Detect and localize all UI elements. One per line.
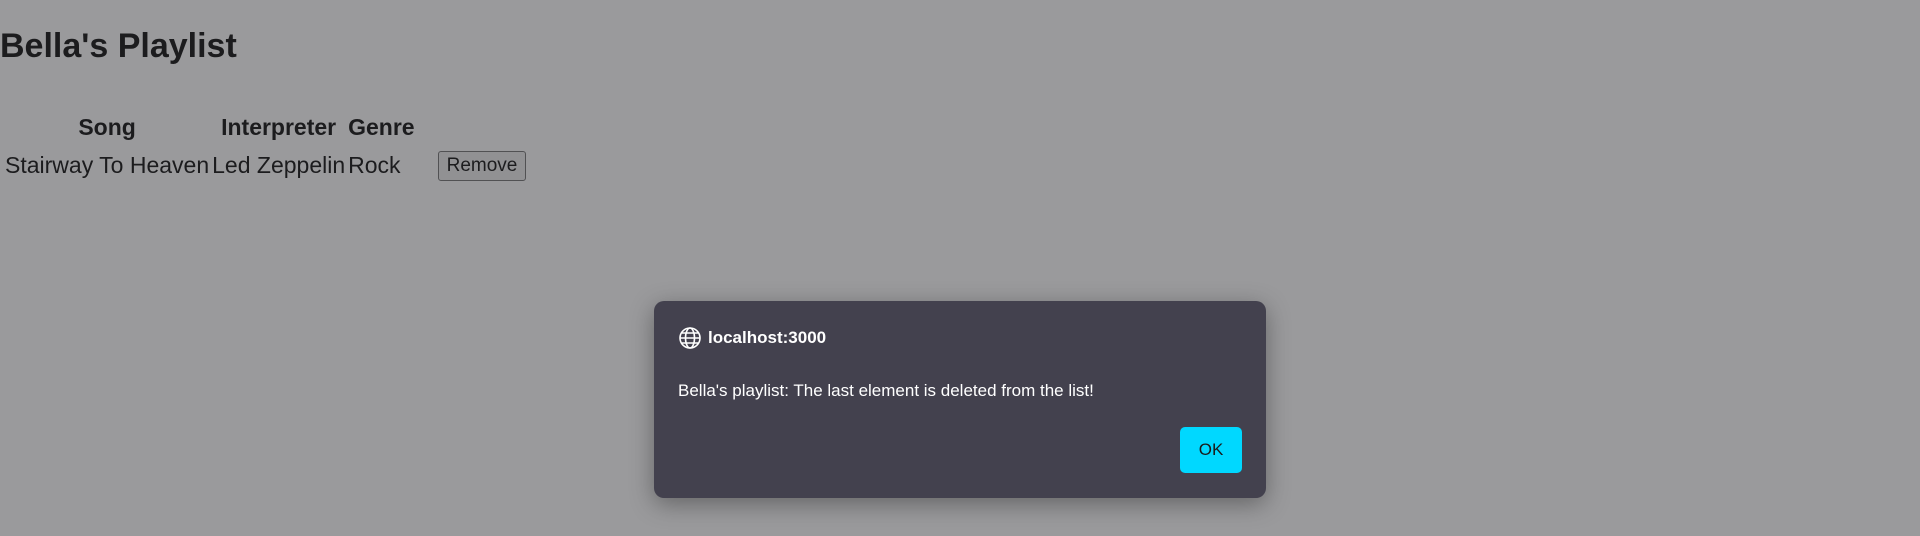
ok-button[interactable]: OK [1180,427,1242,473]
alert-dialog: localhost:3000 Bella's playlist: The las… [654,301,1266,498]
globe-icon [678,326,702,350]
dialog-origin: localhost:3000 [678,325,826,351]
dialog-origin-label: localhost:3000 [708,328,827,347]
dialog-message: Bella's playlist: The last element is de… [678,381,1094,400]
